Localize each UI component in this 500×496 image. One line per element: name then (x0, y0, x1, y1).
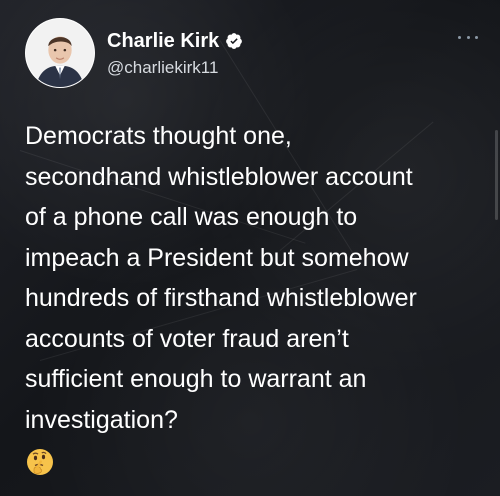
tweet-text: Democrats thought one, secondhand whistl… (25, 116, 480, 440)
tweet-line: hundreds of firsthand whistleblower (25, 284, 417, 312)
more-dot (458, 35, 461, 39)
display-name[interactable]: Charlie Kirk (107, 30, 219, 52)
tweet-line: impeach a President but somehow (25, 243, 409, 272)
avatar[interactable] (25, 18, 95, 88)
tweet-line: of a phone call was enough to (25, 203, 358, 231)
tweet-line: Democrats thought one, (25, 122, 292, 150)
display-name-row: Charlie Kirk (107, 30, 243, 52)
more-dot (466, 35, 470, 39)
author-info: Charlie Kirk @charliekirk11 (107, 30, 243, 78)
handle[interactable]: @charliekirk11 (107, 58, 243, 78)
tweet-line: investigation? (25, 405, 178, 434)
verified-badge-icon (225, 32, 243, 50)
tweet-line: accounts of voter fraud aren’t (25, 324, 349, 353)
avatar-image (26, 19, 94, 87)
tweet-header: Charlie Kirk @charliekirk11 (25, 18, 480, 90)
tweet-line: sufficient enough to warrant an (25, 365, 367, 393)
more-dot (475, 35, 478, 39)
thinking-face-icon (25, 447, 55, 477)
scrollbar[interactable] (495, 130, 498, 220)
more-options-icon[interactable] (458, 34, 478, 40)
tweet-line: secondhand whistleblower account (25, 162, 413, 191)
tweet-screenshot: Charlie Kirk @charliekirk11 Democrats th… (0, 0, 500, 496)
